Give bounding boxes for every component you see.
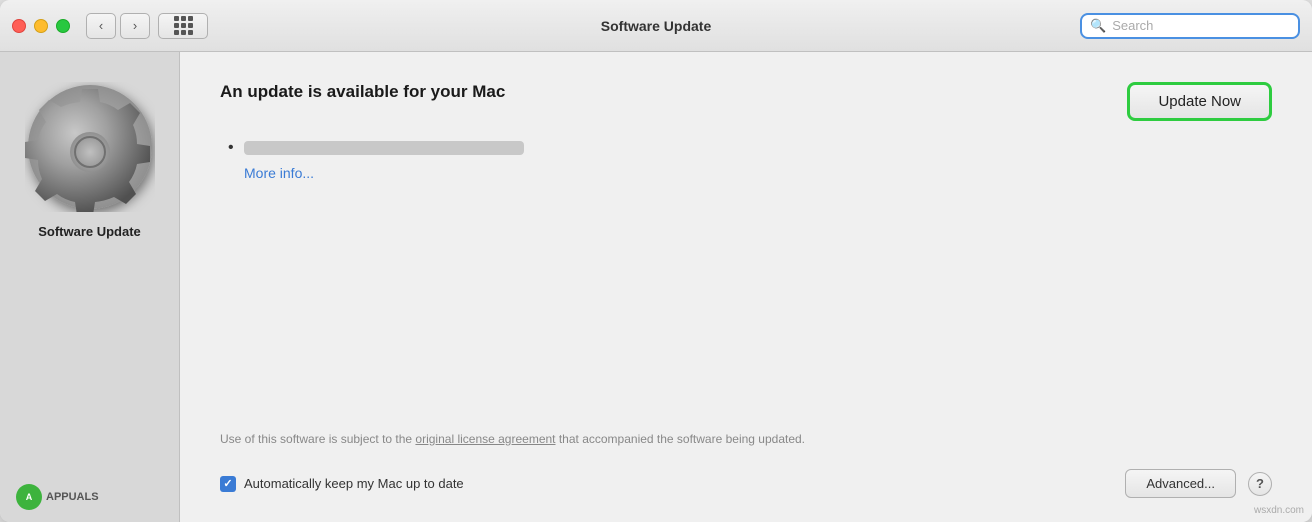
update-now-button[interactable]: Update Now [1127,82,1272,121]
search-input[interactable] [1112,18,1290,33]
forward-icon: › [133,18,137,33]
forward-button[interactable]: › [120,13,150,39]
search-icon: 🔍 [1090,18,1106,34]
watermark-text: wsxdn.com [1254,505,1304,516]
grid-view-button[interactable] [158,13,208,39]
auto-update-label: Automatically keep my Mac up to date [244,476,464,491]
main-content: Software Update A APPUALS An update is a… [0,52,1312,522]
license-link[interactable]: original license agreement [415,432,555,446]
main-panel: An update is available for your Mac Upda… [180,52,1312,522]
sidebar: Software Update A APPUALS [0,52,180,522]
sidebar-app-label: Software Update [38,224,141,239]
auto-update-checkbox[interactable]: ✓ [220,476,236,492]
more-info-link[interactable]: More info... [244,165,1272,181]
update-section: An update is available for your Mac Upda… [220,82,1272,121]
license-text: Use of this software is subject to the o… [220,430,860,449]
update-item: • [228,139,1272,157]
nav-buttons: ‹ › [86,13,150,39]
appuals-logo: A [16,484,42,510]
back-icon: ‹ [99,18,103,33]
help-button[interactable]: ? [1248,472,1272,496]
spacer [220,205,1272,430]
bullet-point: • [228,139,234,157]
update-title: An update is available for your Mac [220,82,505,102]
titlebar: ‹ › Software Update 🔍 [0,0,1312,52]
back-button[interactable]: ‹ [86,13,116,39]
checkmark-icon: ✓ [223,477,232,490]
window-title: Software Update [601,18,711,34]
close-button[interactable] [12,19,26,33]
appuals-text: APPUALS [46,491,99,503]
bottom-bar: ✓ Automatically keep my Mac up to date A… [220,469,1272,498]
search-box: 🔍 [1080,13,1300,39]
grid-icon [174,16,193,35]
auto-update-container: ✓ Automatically keep my Mac up to date [220,476,464,492]
app-icon [25,82,155,212]
minimize-button[interactable] [34,19,48,33]
appuals-watermark: A APPUALS [16,484,99,510]
traffic-lights [12,19,70,33]
advanced-button[interactable]: Advanced... [1125,469,1236,498]
update-item-text [244,141,524,155]
maximize-button[interactable] [56,19,70,33]
